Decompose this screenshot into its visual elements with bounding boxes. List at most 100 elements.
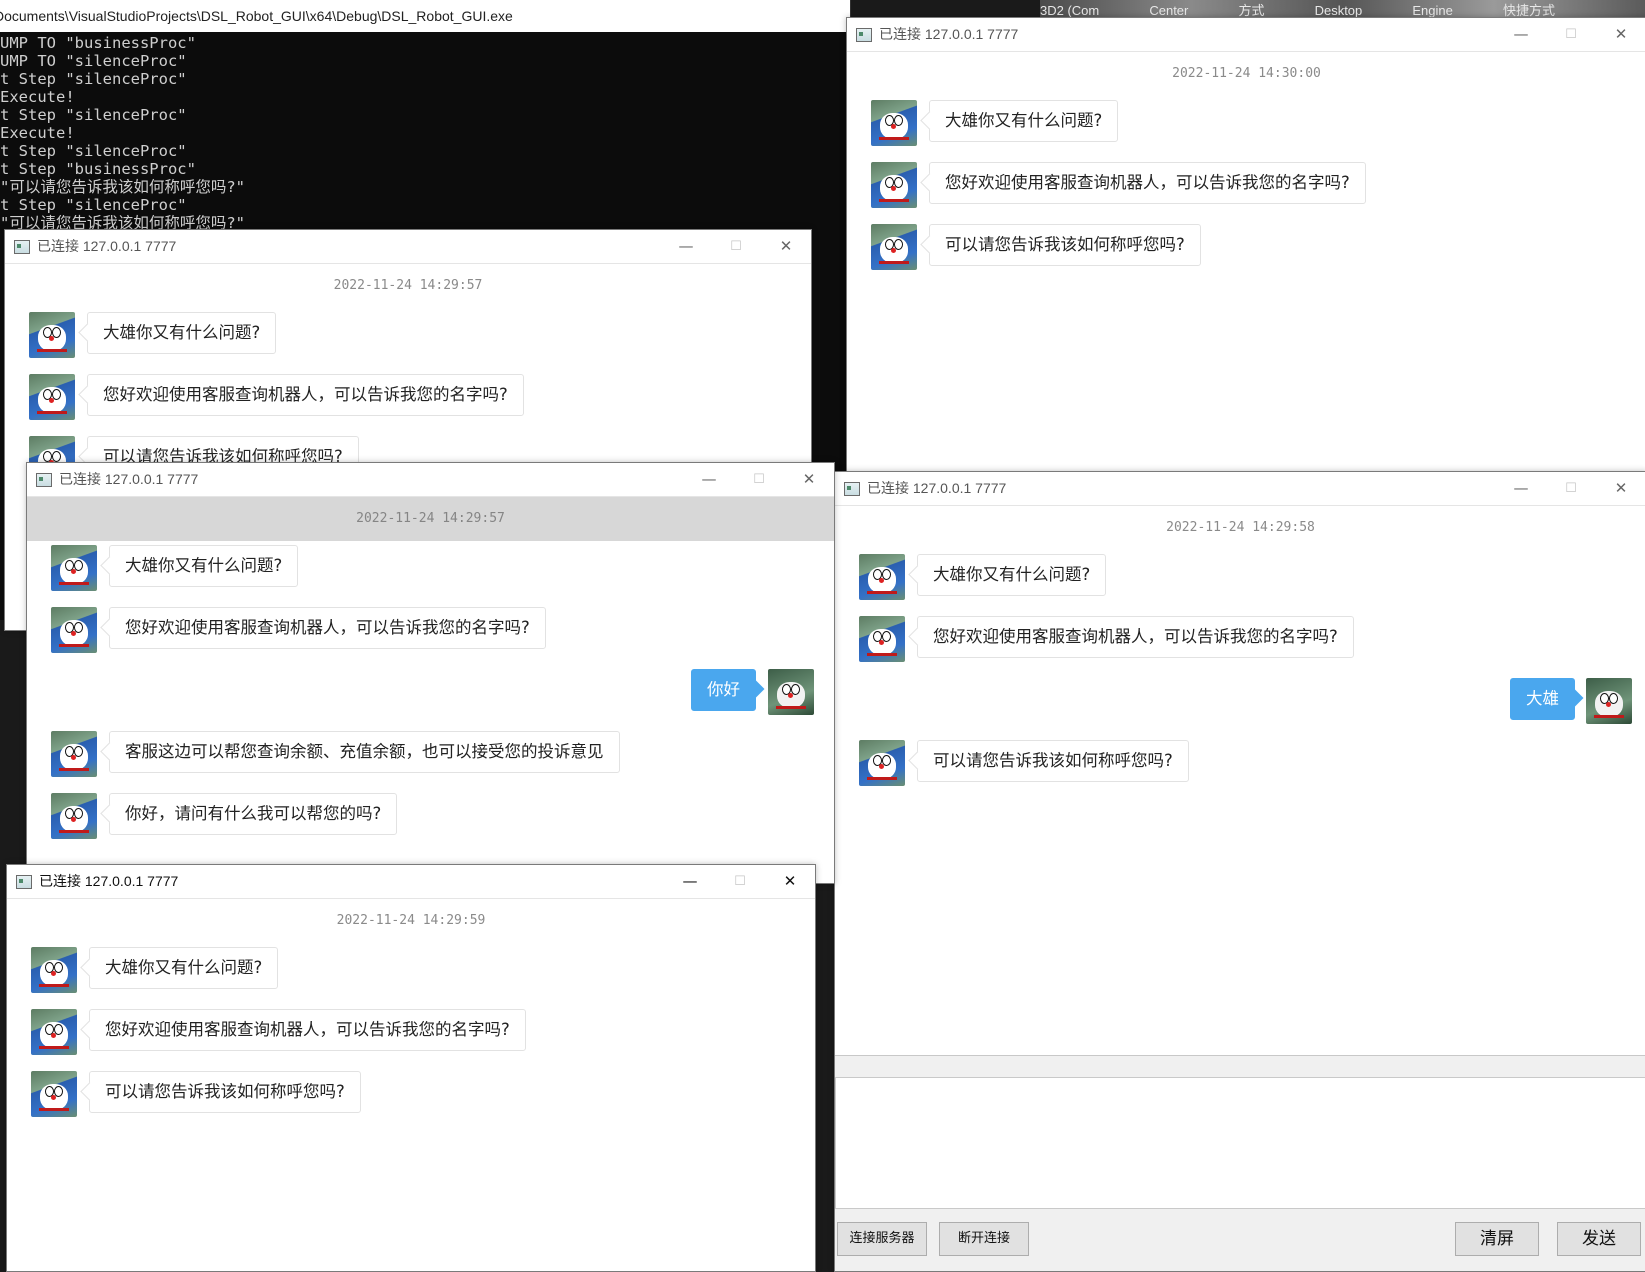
close-button[interactable]: ✕ (1596, 18, 1645, 51)
robot-message: 可以请您告诉我该如何称呼您吗? (929, 224, 1201, 266)
desktop-label: Center (1149, 3, 1189, 18)
connect-server-button[interactable]: 连接服务器 (837, 1222, 927, 1256)
app-icon (36, 473, 52, 487)
console-line: Execute! (0, 124, 75, 142)
robot-avatar (31, 1071, 77, 1117)
user-avatar (1586, 678, 1632, 724)
message-row: 大雄你又有什么问题? (7, 943, 815, 1005)
console-line: t Step "silenceProc" (0, 106, 187, 124)
app-icon (14, 240, 30, 254)
robot-message: 客服这边可以帮您查询余额、充值余额，也可以接受您的投诉意见 (109, 731, 620, 773)
send-button[interactable]: 发送 (1557, 1222, 1641, 1256)
robot-avatar (859, 554, 905, 600)
message-input[interactable] (835, 1077, 1645, 1209)
minimize-button[interactable]: — (1496, 472, 1546, 505)
title-bar[interactable]: 已连接 127.0.0.1 7777 — ☐ ✕ (7, 865, 815, 899)
robot-message: 大雄你又有什么问题? (929, 100, 1119, 142)
console-line: t Step "businessProc" (0, 160, 196, 178)
message-row: 可以请您告诉我该如何称呼您吗? (847, 220, 1645, 282)
chat-timestamp: 2022-11-24 14:29:57 (27, 497, 834, 541)
robot-message: 可以请您告诉我该如何称呼您吗? (917, 740, 1189, 782)
maximize-button[interactable]: ☐ (1546, 472, 1596, 505)
message-row: 可以请您告诉我该如何称呼您吗? (835, 736, 1645, 798)
message-row: 大雄 (835, 674, 1645, 736)
console-line: t Step "silenceProc" (0, 196, 187, 214)
robot-message: 可以请您告诉我该如何称呼您吗? (89, 1071, 361, 1113)
title-bar[interactable]: 已连接 127.0.0.1 7777 — ☐ ✕ (847, 18, 1645, 52)
minimize-button[interactable]: — (665, 865, 715, 898)
robot-message: 你好，请问有什么我可以帮您的吗? (109, 793, 398, 835)
message-row: 大雄你又有什么问题? (835, 550, 1645, 612)
robot-avatar (871, 224, 917, 270)
message-row: 您好欢迎使用客服查询机器人，可以告诉我您的名字吗? (7, 1005, 815, 1067)
maximize-button[interactable]: ☐ (711, 230, 761, 263)
robot-message: 大雄你又有什么问题? (87, 312, 277, 354)
clear-screen-button[interactable]: 清屏 (1455, 1222, 1539, 1256)
window-title: 已连接 127.0.0.1 7777 (59, 471, 199, 487)
desktop-label: 3D2 (Com (1040, 3, 1100, 18)
window-title: 已连接 127.0.0.1 7777 (867, 480, 1007, 496)
minimize-button[interactable]: — (1496, 18, 1546, 51)
chat-window-4[interactable]: 已连接 127.0.0.1 7777 — ☐ ✕ 2022-11-24 14:2… (834, 471, 1645, 1272)
console-line: Execute! (0, 88, 75, 106)
robot-avatar (859, 616, 905, 662)
message-row: 您好欢迎使用客服查询机器人，可以告诉我您的名字吗? (27, 603, 834, 665)
console-title-bar[interactable]: Documents\VisualStudioProjects\DSL_Robot… (0, 0, 850, 32)
title-bar[interactable]: 已连接 127.0.0.1 7777 — ☐ ✕ (5, 230, 811, 264)
chat-timestamp: 2022-11-24 14:29:58 (1166, 520, 1315, 535)
close-button[interactable]: ✕ (761, 230, 811, 263)
console-title: Documents\VisualStudioProjects\DSL_Robot… (0, 8, 513, 24)
desktop-label: 快捷方式 (1502, 3, 1555, 18)
robot-avatar (29, 312, 75, 358)
robot-message: 您好欢迎使用客服查询机器人，可以告诉我您的名字吗? (929, 162, 1366, 204)
robot-avatar (29, 374, 75, 420)
app-icon (844, 482, 860, 496)
robot-avatar (51, 793, 97, 839)
maximize-button[interactable]: ☐ (734, 463, 784, 496)
robot-avatar (31, 1009, 77, 1055)
close-button[interactable]: ✕ (765, 865, 815, 898)
app-icon (16, 875, 32, 889)
maximize-button[interactable]: ☐ (715, 865, 765, 898)
message-row: 您好欢迎使用客服查询机器人，可以告诉我您的名字吗? (835, 612, 1645, 674)
window-title: 已连接 127.0.0.1 7777 (39, 873, 179, 889)
desktop-label: Engine (1412, 3, 1453, 18)
message-row: 大雄你又有什么问题? (27, 541, 834, 603)
robot-message: 您好欢迎使用客服查询机器人，可以告诉我您的名字吗? (109, 607, 546, 649)
robot-message: 大雄你又有什么问题? (109, 545, 299, 587)
chat-timestamp: 2022-11-24 14:29:59 (336, 913, 486, 928)
minimize-button[interactable]: — (684, 463, 734, 496)
user-avatar (768, 669, 814, 715)
console-line: t Step "silenceProc" (0, 142, 187, 160)
desktop-label: 方式 (1238, 3, 1265, 18)
chat-window-3[interactable]: 已连接 127.0.0.1 7777 — ☐ ✕ 2022-11-24 14:2… (26, 462, 835, 884)
message-row: 大雄你又有什么问题? (847, 96, 1645, 158)
user-message: 你好 (691, 669, 756, 711)
user-message: 大雄 (1510, 678, 1575, 720)
title-bar[interactable]: 已连接 127.0.0.1 7777 — ☐ ✕ (835, 472, 1645, 506)
chat-window-5[interactable]: 已连接 127.0.0.1 7777 — ☐ ✕ 2022-11-24 14:2… (6, 864, 816, 1272)
close-button[interactable]: ✕ (784, 463, 834, 496)
disconnect-button[interactable]: 断开连接 (939, 1222, 1029, 1256)
robot-avatar (51, 607, 97, 653)
desktop-label: Desktop (1314, 3, 1363, 18)
robot-message: 您好欢迎使用客服查询机器人，可以告诉我您的名字吗? (917, 616, 1354, 658)
console-line: UMP TO "silenceProc" (0, 52, 187, 70)
console-line: UMP TO "businessProc" (0, 34, 196, 52)
robot-avatar (871, 162, 917, 208)
robot-avatar (871, 100, 917, 146)
message-row: 您好欢迎使用客服查询机器人，可以告诉我您的名字吗? (5, 370, 811, 432)
message-row: 你好，请问有什么我可以帮您的吗? (27, 789, 834, 851)
chat-window-1[interactable]: 已连接 127.0.0.1 7777 — ☐ ✕ 2022-11-24 14:3… (846, 17, 1645, 489)
message-row: 您好欢迎使用客服查询机器人，可以告诉我您的名字吗? (847, 158, 1645, 220)
robot-avatar (31, 947, 77, 993)
title-bar[interactable]: 已连接 127.0.0.1 7777 — ☐ ✕ (27, 463, 834, 497)
close-button[interactable]: ✕ (1596, 472, 1645, 505)
robot-avatar (51, 545, 97, 591)
robot-message: 您好欢迎使用客服查询机器人，可以告诉我您的名字吗? (89, 1009, 526, 1051)
robot-message: 您好欢迎使用客服查询机器人，可以告诉我您的名字吗? (87, 374, 524, 416)
minimize-button[interactable]: — (661, 230, 711, 263)
message-row: 可以请您告诉我该如何称呼您吗? (7, 1067, 815, 1129)
maximize-button[interactable]: ☐ (1546, 18, 1596, 51)
robot-message: 大雄你又有什么问题? (917, 554, 1107, 596)
